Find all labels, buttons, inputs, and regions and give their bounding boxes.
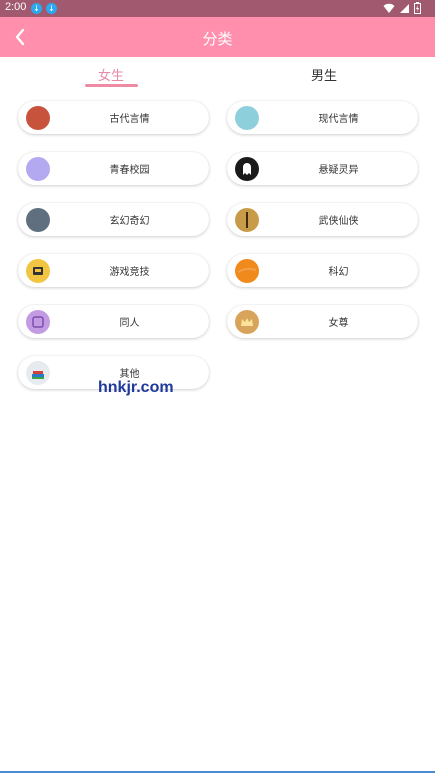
category-label: 其他 [119,369,140,380]
category-label: 古代言情 [109,114,150,125]
category-item[interactable]: 女尊 [227,305,418,338]
sword-icon [235,208,259,232]
page-title: 分类 [202,30,233,48]
status-time: 2:00 [5,1,27,13]
watermark: hnkjr.com [98,379,174,396]
ancient-romance-icon [26,106,50,130]
category-label: 同人 [119,318,140,329]
category-item[interactable]: 古代言情 [18,101,209,134]
download-notification-icon: ↓ [46,3,57,14]
category-item[interactable]: 游戏竞技 [18,254,209,287]
category-label: 武侠仙侠 [318,216,359,227]
category-label: 游戏竞技 [109,267,150,278]
category-label: 女尊 [328,318,349,329]
modern-romance-icon [235,106,259,130]
category-item[interactable]: 青春校园 [18,152,209,185]
fantasy-icon [26,208,50,232]
wifi-icon [383,3,395,13]
books-icon [26,361,50,385]
download-notification-icon: ↓ [31,3,42,14]
tab-bar: 女生 男生 [0,57,435,92]
status-bar: 2:00 ↓ ↓ [0,0,435,17]
campus-icon [26,157,50,181]
app-bar: 分类 [0,17,435,57]
category-label: 青春校园 [109,165,150,176]
category-item[interactable]: 悬疑灵异 [227,152,418,185]
crown-icon [235,310,259,334]
category-item[interactable]: 现代言情 [227,101,418,134]
category-label: 科幻 [328,267,349,278]
game-icon [26,259,50,283]
category-item[interactable]: 玄幻奇幻 [18,203,209,236]
ghost-icon [235,157,259,181]
tab-female[interactable]: 女生 [81,65,141,84]
signal-icon [400,3,409,13]
category-label: 悬疑灵异 [318,165,359,176]
category-item[interactable]: 科幻 [227,254,418,287]
tab-male[interactable]: 男生 [294,65,354,84]
category-item[interactable]: 武侠仙侠 [227,203,418,236]
tab-indicator [85,84,138,87]
category-label: 玄幻奇幻 [109,216,150,227]
category-label: 现代言情 [318,114,359,125]
category-item[interactable]: 同人 [18,305,209,338]
fan-fiction-icon [26,310,50,334]
battery-icon [414,2,421,14]
planet-icon [235,259,259,283]
